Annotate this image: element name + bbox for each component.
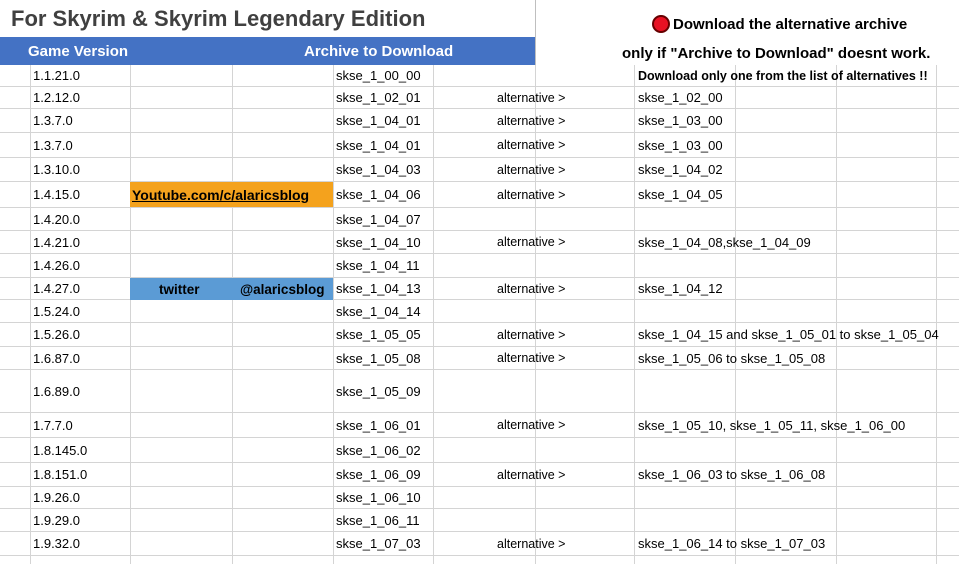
spreadsheet: For Skyrim & Skyrim Legendary Edition Ga… xyxy=(0,0,959,564)
archive-cell[interactable]: skse_1_05_09 xyxy=(336,370,421,412)
stop-sign-icon xyxy=(652,15,670,33)
table-row: 1.3.7.0 skse_1_04_01 alternative > skse_1_0… xyxy=(0,133,959,158)
table-row: 1.9.29.0 skse_1_06_11 xyxy=(0,509,959,532)
table-row: 1.6.87.0 skse_1_05_08 alternative > skse_1_… xyxy=(0,347,959,370)
archive-cell[interactable]: skse_1_04_01 xyxy=(336,133,421,157)
version-cell[interactable]: 1.5.24.0 xyxy=(33,300,80,322)
archive-cell[interactable]: skse_1_02_01 xyxy=(336,87,421,108)
version-cell[interactable]: 1.6.89.0 xyxy=(33,370,80,412)
alternative-label-cell[interactable]: alternative > xyxy=(497,133,565,157)
table-row: 1.9.32.0 skse_1_07_03 alternative > skse_1_… xyxy=(0,532,959,556)
alternatives-cell[interactable]: skse_1_05_10, skse_1_05_11, skse_1_06_00 xyxy=(638,413,905,437)
version-cell[interactable]: 1.4.15.0 xyxy=(33,182,80,207)
version-cell[interactable]: 1.3.7.0 xyxy=(33,133,73,157)
version-cell[interactable]: 1.9.26.0 xyxy=(33,487,80,508)
archive-cell[interactable]: skse_1_04_13 xyxy=(336,278,421,299)
alternatives-cell[interactable]: skse_1_03_00 xyxy=(638,109,723,132)
table-row: 1.4.21.0 skse_1_04_10 alternative > skse_1_… xyxy=(0,231,959,254)
alternative-label-cell[interactable]: alternative > xyxy=(497,413,565,437)
table-row: 1.6.89.0 skse_1_05_09 xyxy=(0,370,959,413)
alternatives-cell[interactable]: skse_1_02_00 xyxy=(638,87,723,108)
alternative-label-cell[interactable]: alternative > xyxy=(497,182,565,207)
note-download-alternative[interactable]: Download the alternative archive xyxy=(652,11,907,37)
version-cell[interactable]: 1.7.7.0 xyxy=(33,413,73,437)
note-line2[interactable]: only if "Archive to Download" doesnt wor… xyxy=(622,40,930,66)
table-row: 1.1.21.0 skse_1_00_00 xyxy=(0,65,959,87)
alternatives-cell[interactable]: skse_1_05_06 to skse_1_05_08 xyxy=(638,347,825,369)
archive-cell[interactable]: skse_1_04_07 xyxy=(336,208,421,230)
archive-cell[interactable]: skse_1_04_06 xyxy=(336,182,421,207)
version-cell[interactable]: 1.8.151.0 xyxy=(33,463,87,486)
divider xyxy=(535,0,536,65)
version-cell[interactable]: 1.4.27.0 xyxy=(33,278,80,299)
table-row: 1.4.20.0 skse_1_04_07 xyxy=(0,208,959,231)
twitter-label: twitter xyxy=(159,281,200,297)
version-cell[interactable]: 1.6.87.0 xyxy=(33,347,80,369)
alternatives-cell[interactable]: skse_1_04_05 xyxy=(638,182,723,207)
archive-cell[interactable]: skse_1_06_11 xyxy=(336,509,420,531)
alternative-label-cell[interactable]: alternative > xyxy=(497,278,565,299)
table-row: 1.5.26.0 skse_1_05_05 alternative > skse_1_… xyxy=(0,323,959,347)
version-cell[interactable]: 1.8.145.0 xyxy=(33,438,87,462)
alternative-label-cell[interactable]: alternative > xyxy=(497,109,565,132)
alternative-label-cell[interactable]: alternative > xyxy=(497,323,565,346)
archive-cell[interactable]: skse_1_06_10 xyxy=(336,487,421,508)
alternatives-cell[interactable]: skse_1_06_03 to skse_1_06_08 xyxy=(638,463,825,486)
table-row: 1.5.24.0 skse_1_04_14 xyxy=(0,300,959,323)
version-cell[interactable]: 1.3.7.0 xyxy=(33,109,73,132)
version-cell[interactable]: 1.1.21.0 xyxy=(33,65,80,86)
archive-cell[interactable]: skse_1_04_01 xyxy=(336,109,421,132)
table-row: 1.4.26.0 skse_1_04_11 xyxy=(0,254,959,278)
archive-cell[interactable]: skse_1_04_10 xyxy=(336,231,421,253)
alternatives-cell[interactable]: skse_1_03_00 xyxy=(638,133,723,157)
twitter-cell[interactable]: twitter @alaricsblog xyxy=(130,278,333,300)
table-row: 1.8.151.0 skse_1_06_09 alternative > skse_1… xyxy=(0,463,959,487)
sheet-title[interactable]: For Skyrim & Skyrim Legendary Edition xyxy=(0,0,535,37)
archive-cell[interactable]: skse_1_04_03 xyxy=(336,158,421,181)
header-game-version[interactable]: Game Version xyxy=(28,37,128,65)
version-cell[interactable]: 1.4.26.0 xyxy=(33,254,80,277)
archive-cell[interactable]: skse_1_05_08 xyxy=(336,347,421,369)
twitter-handle: @alaricsblog xyxy=(240,281,325,297)
archive-cell[interactable]: skse_1_05_05 xyxy=(336,323,421,346)
version-cell[interactable]: 1.3.10.0 xyxy=(33,158,80,181)
alternative-label-cell[interactable]: alternative > xyxy=(497,231,565,253)
table-row: 1.3.7.0 skse_1_04_01 alternative > skse_1_0… xyxy=(0,109,959,133)
archive-cell[interactable]: skse_1_07_03 xyxy=(336,532,421,555)
table-row: 1.2.12.0 skse_1_02_01 alternative > skse_1_… xyxy=(0,87,959,109)
table-row: 1.9.26.0 skse_1_06_10 xyxy=(0,487,959,509)
archive-cell[interactable]: skse_1_04_14 xyxy=(336,300,421,322)
table-row: 1.7.7.0 skse_1_06_01 alternative > skse_1_0… xyxy=(0,413,959,438)
version-cell[interactable]: 1.4.21.0 xyxy=(33,231,80,253)
version-cell[interactable]: 1.2.12.0 xyxy=(33,87,80,108)
archive-cell[interactable]: skse_1_00_00 xyxy=(336,65,421,86)
version-cell[interactable]: 1.9.32.0 xyxy=(33,532,80,555)
alternatives-cell[interactable]: skse_1_06_14 to skse_1_07_03 xyxy=(638,532,825,555)
alternative-label-cell[interactable]: alternative > xyxy=(497,532,565,555)
archive-cell[interactable]: skse_1_06_09 xyxy=(336,463,421,486)
version-cell[interactable]: 1.9.29.0 xyxy=(33,509,80,531)
alternatives-cell[interactable]: skse_1_04_12 xyxy=(638,278,723,299)
note-line1: Download the alternative archive xyxy=(673,15,908,33)
alternative-label-cell[interactable]: alternative > xyxy=(497,347,565,369)
table-row: 1.8.145.0 skse_1_06_02 xyxy=(0,438,959,463)
table-row: 1.3.10.0 skse_1_04_03 alternative > skse_1_… xyxy=(0,158,959,182)
alternative-label-cell[interactable]: alternative > xyxy=(497,463,565,486)
archive-cell[interactable]: skse_1_04_11 xyxy=(336,254,420,277)
alternatives-cell[interactable]: skse_1_04_15 and skse_1_05_01 to skse_1_… xyxy=(638,323,939,346)
version-cell[interactable]: 1.5.26.0 xyxy=(33,323,80,346)
alternatives-cell[interactable]: skse_1_04_08,skse_1_04_09 xyxy=(638,231,811,253)
alternatives-cell[interactable]: skse_1_04_02 xyxy=(638,158,723,181)
archive-cell[interactable]: skse_1_06_02 xyxy=(336,438,421,462)
alternative-label-cell[interactable]: alternative > xyxy=(497,87,565,108)
version-cell[interactable]: 1.4.20.0 xyxy=(33,208,80,230)
header-archive[interactable]: Archive to Download xyxy=(304,37,453,65)
youtube-link[interactable]: Youtube.com/c/alaricsblog xyxy=(130,182,333,207)
table-header: Game Version Archive to Download xyxy=(0,37,535,65)
alternative-label-cell[interactable]: alternative > xyxy=(497,158,565,181)
archive-cell[interactable]: skse_1_06_01 xyxy=(336,413,421,437)
